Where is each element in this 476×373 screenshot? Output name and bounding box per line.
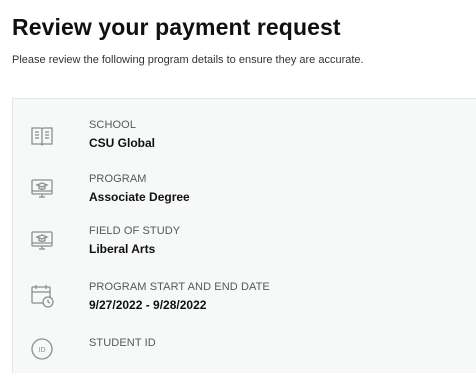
book-icon [29,123,55,149]
detail-row-program: PROGRAM Associate Degree [13,173,476,217]
calendar-clock-icon [29,283,55,309]
detail-row-field-of-study: FIELD OF STUDY Liberal Arts [13,225,476,269]
detail-row-school: SCHOOL CSU Global [13,119,476,163]
detail-row-program-dates: PROGRAM START AND END DATE 9/27/2022 - 9… [13,281,476,325]
program-details-card: SCHOOL CSU Global PROGRAM Associate Degr… [12,98,476,373]
page-title: Review your payment request [12,14,341,40]
field-of-study-value: Liberal Arts [89,242,156,256]
payment-request-review: Review your payment request Please revie… [0,0,476,373]
school-value: CSU Global [89,136,156,150]
program-value: Associate Degree [89,190,190,204]
svg-text:ID: ID [39,347,46,354]
student-id-label: STUDENT ID [89,337,156,349]
monitor-graduation-icon [29,176,55,202]
page-subtitle: Please review the following program deta… [12,54,364,66]
school-label: SCHOOL [89,119,137,131]
id-badge-icon: ID [29,336,55,362]
program-label: PROGRAM [89,173,147,185]
program-dates-label: PROGRAM START AND END DATE [89,281,270,293]
program-dates-value: 9/27/2022 - 9/28/2022 [89,298,207,312]
detail-row-student-id: ID STUDENT ID [13,337,476,373]
monitor-graduation-icon [29,228,55,254]
field-of-study-label: FIELD OF STUDY [89,225,181,237]
